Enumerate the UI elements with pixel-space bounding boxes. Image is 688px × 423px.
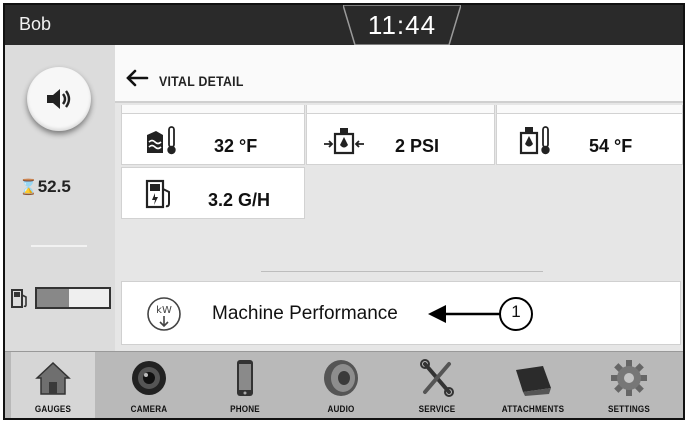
- scrolled-tile-stub: [496, 105, 683, 113]
- nav-phone[interactable]: PHONE: [203, 352, 287, 418]
- callout-number: 1: [511, 302, 521, 321]
- clock-time: 11:44: [367, 10, 437, 40]
- hydraulic-temp-value: 54 °F: [589, 136, 633, 156]
- fuel-rate-value: 3.2 G/H: [208, 190, 271, 210]
- nav-label: AUDIO: [327, 404, 355, 414]
- left-status-column: ⌛52.5: [5, 45, 115, 351]
- nav-label: ATTACHMENTS: [501, 404, 565, 414]
- nav-service[interactable]: SERVICE: [395, 352, 479, 418]
- nav-camera[interactable]: CAMERA: [107, 352, 191, 418]
- hour-meter-value: 52.5: [37, 177, 71, 196]
- coolant-temp-icon: [147, 126, 176, 155]
- left-divider: [31, 245, 87, 247]
- display-frame: Bob 11:44 ⌛52.5 VITAL DETAIL 32 °F 2 PSI…: [3, 3, 685, 420]
- volume-button[interactable]: [27, 67, 91, 131]
- oil-pressure-value: 2 PSI: [395, 136, 440, 156]
- scrolled-tile-stub: [306, 105, 495, 113]
- nav-audio[interactable]: AUDIO: [299, 352, 383, 418]
- nav-label: SETTINGS: [608, 404, 650, 414]
- hydraulic-temp-tile[interactable]: 54 °F: [496, 113, 683, 165]
- gear-icon: [611, 360, 647, 396]
- machine-performance-button[interactable]: kW Machine Performance 1: [121, 281, 681, 345]
- nav-settings[interactable]: SETTINGS: [587, 352, 671, 418]
- panel-header: VITAL DETAIL: [115, 45, 683, 103]
- scrolled-tile-stub: [121, 105, 305, 113]
- hourglass-icon: ⌛: [19, 179, 38, 196]
- top-bar: Bob 11:44: [5, 5, 683, 45]
- svg-text:kW: kW: [156, 305, 172, 316]
- clock: 11:44: [343, 5, 461, 45]
- back-arrow-icon[interactable]: [125, 69, 149, 87]
- hour-meter: ⌛52.5: [19, 177, 71, 197]
- kw-icon: kW: [147, 297, 181, 331]
- fuel-rate-icon: [145, 179, 170, 209]
- nav-label: CAMERA: [130, 404, 168, 414]
- coolant-temp-tile[interactable]: 32 °F: [121, 113, 305, 165]
- oil-pressure-tile[interactable]: 2 PSI: [306, 113, 495, 165]
- section-divider: [261, 271, 543, 272]
- machine-performance-label: Machine Performance: [212, 303, 398, 324]
- nav-label: PHONE: [230, 404, 260, 414]
- nav-label: SERVICE: [418, 404, 456, 414]
- user-name: Bob: [19, 14, 52, 34]
- fuel-gauge-fill: [37, 289, 70, 307]
- fuel-level-indicator: [11, 286, 115, 310]
- fuel-gauge: [35, 287, 111, 309]
- fuel-pump-icon: [11, 289, 27, 308]
- oil-pressure-icon: [324, 128, 364, 155]
- wrench-icon: [420, 359, 454, 397]
- phone-icon: [237, 360, 253, 396]
- fuel-rate-tile[interactable]: 3.2 G/H: [121, 167, 305, 219]
- bottom-navigation: GAUGES CAMERA PHONE AUDIO SERVICE ATTACH…: [5, 351, 683, 418]
- callout-1: 1: [428, 292, 538, 341]
- speaker-audio-icon: [324, 360, 358, 396]
- speaker-icon: [47, 89, 71, 109]
- camera-icon: [132, 361, 166, 395]
- nav-label: GAUGES: [34, 404, 72, 414]
- house-icon: [35, 361, 71, 395]
- vital-detail-panel: VITAL DETAIL 32 °F 2 PSI 54 °F 3.2 G/H k…: [115, 45, 683, 351]
- hydraulic-temp-icon: [519, 126, 550, 155]
- nav-gauges[interactable]: GAUGES: [11, 352, 95, 418]
- page-title: VITAL DETAIL: [159, 73, 244, 89]
- nav-attachments[interactable]: ATTACHMENTS: [491, 352, 575, 418]
- bucket-icon: [516, 366, 551, 396]
- coolant-temp-value: 32 °F: [214, 136, 258, 156]
